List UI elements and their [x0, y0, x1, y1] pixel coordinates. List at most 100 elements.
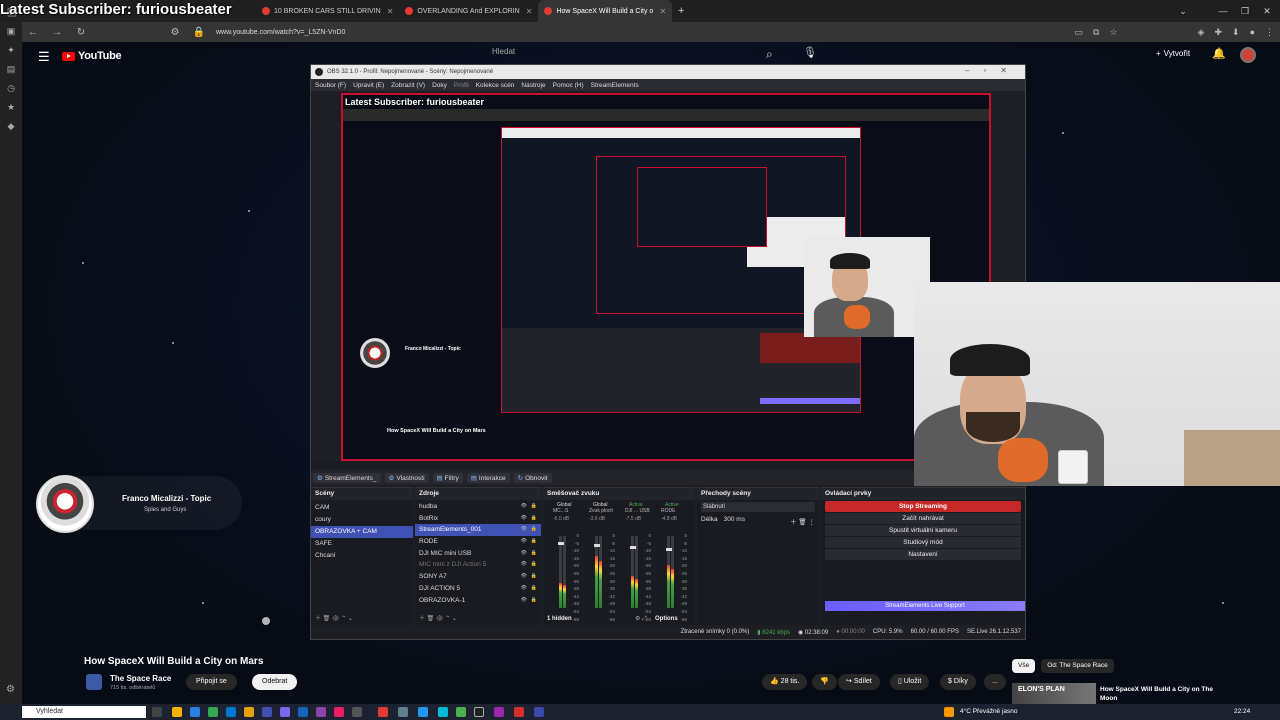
menu-scene-collection[interactable]: Kolekce scén — [476, 82, 515, 89]
mixer-menu-icon[interactable]: ⚙ ⤢ — [635, 613, 647, 625]
menu-file[interactable]: Soubor (F) — [315, 82, 346, 89]
source-item[interactable]: MIC mini z DJI Action 5 👁 🔒 — [415, 559, 541, 571]
menu-streamelements[interactable]: StreamElements — [591, 82, 639, 89]
minimize-icon[interactable]: — — [1212, 0, 1234, 22]
source-item[interactable]: SONY A7 👁 🔒 — [415, 571, 541, 583]
channel-name[interactable]: The Space Race — [110, 674, 171, 683]
close-window-icon[interactable]: ✕ — [1256, 0, 1278, 22]
youtube-logo[interactable]: YouTube — [62, 50, 122, 62]
app-light-blue-icon[interactable] — [418, 707, 428, 717]
visibility-eye-icon[interactable]: 👁 — [521, 536, 527, 548]
start-virtual-camera-button[interactable]: Spustit virtuální kameru — [825, 525, 1021, 536]
app-word-icon[interactable] — [298, 707, 308, 717]
lock-icon[interactable]: 🔒 — [531, 548, 537, 560]
sparkle-icon[interactable]: ✦ — [7, 45, 15, 56]
app-blue-icon[interactable] — [262, 707, 272, 717]
visibility-eye-icon[interactable]: 👁 — [521, 524, 527, 536]
visibility-eye-icon[interactable]: 👁 — [521, 559, 527, 571]
browser-tab[interactable]: OVERLANDING And EXPLORIN ✕ — [399, 0, 538, 22]
taskbar-search-input[interactable]: Vyhledat — [22, 706, 146, 718]
volume-fader[interactable] — [594, 544, 600, 547]
transition-buttons[interactable]: ＋ 🗑 ⋮ — [790, 516, 815, 526]
scene-item[interactable]: coury — [311, 514, 413, 526]
stop-streaming-button[interactable]: Stop Streaming — [825, 501, 1021, 512]
chrome-icon[interactable] — [208, 707, 218, 717]
share-button[interactable]: ↪ Sdílet — [838, 674, 880, 690]
settings-button[interactable]: Nastavení — [825, 549, 1021, 560]
tab-search-icon[interactable]: ⌄ — [1172, 0, 1194, 22]
scene-item[interactable]: CAM — [311, 502, 413, 514]
visibility-eye-icon[interactable]: 👁 — [521, 513, 527, 525]
volume-fader[interactable] — [666, 548, 672, 551]
lock-icon[interactable]: 🔒 — [531, 513, 537, 525]
menu-docks[interactable]: Doky — [432, 82, 447, 89]
scene-item[interactable]: OBRAZOVKA + CAM — [311, 526, 413, 538]
menu-edit[interactable]: Upravit (E) — [353, 82, 384, 89]
microphone-icon[interactable]: 🎙 — [802, 46, 818, 62]
notifications-bell-icon[interactable]: 🔔 — [1212, 47, 1226, 60]
app-icon[interactable]: ◆ — [8, 121, 15, 132]
account-avatar[interactable] — [1240, 47, 1256, 63]
maximize-icon[interactable]: ❐ — [1234, 0, 1256, 22]
close-icon[interactable]: ✕ — [526, 7, 533, 16]
obs-window-controls[interactable]: –▫✕ — [965, 66, 1021, 75]
properties-button[interactable]: ⚙ Vlastnosti — [384, 473, 429, 483]
close-icon[interactable]: ✕ — [659, 7, 666, 16]
download-icon[interactable]: ⬇ — [1232, 27, 1240, 38]
edge-icon[interactable] — [190, 707, 200, 717]
browser-tab[interactable]: 10 BROKEN CARS STILL DRIVIN ✕ — [256, 0, 399, 22]
join-button[interactable]: Připojit se — [186, 674, 237, 690]
lock-icon[interactable]: 🔒 — [531, 501, 537, 513]
filters-button[interactable]: ▤ Filtry — [432, 473, 463, 483]
app-cyan-icon[interactable] — [438, 707, 448, 717]
transition-select[interactable]: Slábnutí — [701, 502, 815, 512]
duration-input[interactable]: 300 ms — [724, 516, 745, 526]
menu-profile[interactable]: Profil — [454, 82, 469, 89]
lock-icon[interactable]: 🔒 — [531, 524, 537, 536]
source-item[interactable]: RODE 👁 🔒 — [415, 536, 541, 548]
streamelements-live-support[interactable]: StreamElements Live Support — [825, 601, 1025, 611]
new-tab-button[interactable]: + — [672, 0, 690, 22]
lock-icon[interactable]: 🔒 — [531, 595, 537, 607]
weather-widget[interactable]: 4°C Převážně jasno — [960, 708, 1018, 715]
hamburger-menu-icon[interactable]: ☰ — [38, 49, 50, 65]
picture-in-picture-icon[interactable]: ▭ — [1075, 27, 1084, 38]
clock[interactable]: 22:24 — [1234, 708, 1250, 715]
mixer-channel-name[interactable]: MC...S — [553, 508, 568, 514]
mixer-channel-name[interactable]: Zvuk ploch — [589, 508, 613, 514]
scene-item[interactable]: SAFE — [311, 538, 413, 550]
channel-avatar[interactable] — [86, 674, 102, 690]
app-gray-icon[interactable] — [352, 707, 362, 717]
related-thumbnail[interactable]: ELON'S PLAN — [1012, 683, 1096, 705]
start-recording-button[interactable]: Začít nahrávat — [825, 513, 1021, 524]
volume-fader[interactable] — [558, 542, 564, 545]
source-item[interactable]: hudba 👁 🔒 — [415, 501, 541, 513]
source-item[interactable]: StreamElements_001 👁 🔒 — [415, 524, 541, 537]
more-actions-button[interactable]: ... — [984, 674, 1006, 690]
chip-from-channel[interactable]: Od: The Space Race — [1041, 659, 1114, 673]
search-input[interactable]: Hledat — [492, 47, 515, 56]
source-item[interactable]: DJI ACTION 5 👁 🔒 — [415, 583, 541, 595]
menu-tools[interactable]: Nástroje — [521, 82, 545, 89]
sidebar-toggle-icon[interactable]: ▣ — [7, 26, 16, 37]
thanks-button[interactable]: $ Díky — [940, 674, 976, 690]
app-pink-icon[interactable] — [334, 707, 344, 717]
close-icon[interactable]: ✕ — [387, 7, 394, 16]
lock-icon[interactable]: 🔒 — [531, 559, 537, 571]
visibility-eye-icon[interactable]: 👁 — [521, 583, 527, 595]
dislike-button[interactable]: 👎 — [812, 674, 837, 690]
source-item[interactable]: DJI MIC mini USB 👁 🔒 — [415, 548, 541, 560]
app-magenta-icon[interactable] — [494, 707, 504, 717]
menu-view[interactable]: Zobrazit (V) — [391, 82, 425, 89]
save-button[interactable]: ▯ Uložit — [890, 674, 930, 690]
refresh-button[interactable]: ↻ Obnovit — [513, 473, 552, 483]
visibility-eye-icon[interactable]: 👁 — [521, 548, 527, 560]
extension-icon[interactable]: ◈ — [1198, 27, 1205, 38]
volume-fader[interactable] — [630, 546, 636, 549]
menu-help[interactable]: Pomoc (H) — [553, 82, 584, 89]
search-icon[interactable]: ⌕ — [766, 47, 773, 62]
task-view-icon[interactable] — [152, 707, 162, 717]
unsubscribe-button[interactable]: Odebrat — [252, 674, 298, 690]
visibility-eye-icon[interactable]: 👁 — [521, 501, 527, 513]
url-field[interactable]: www.youtube.com/watch?v=_L5ZN-VnD0 — [216, 29, 345, 36]
